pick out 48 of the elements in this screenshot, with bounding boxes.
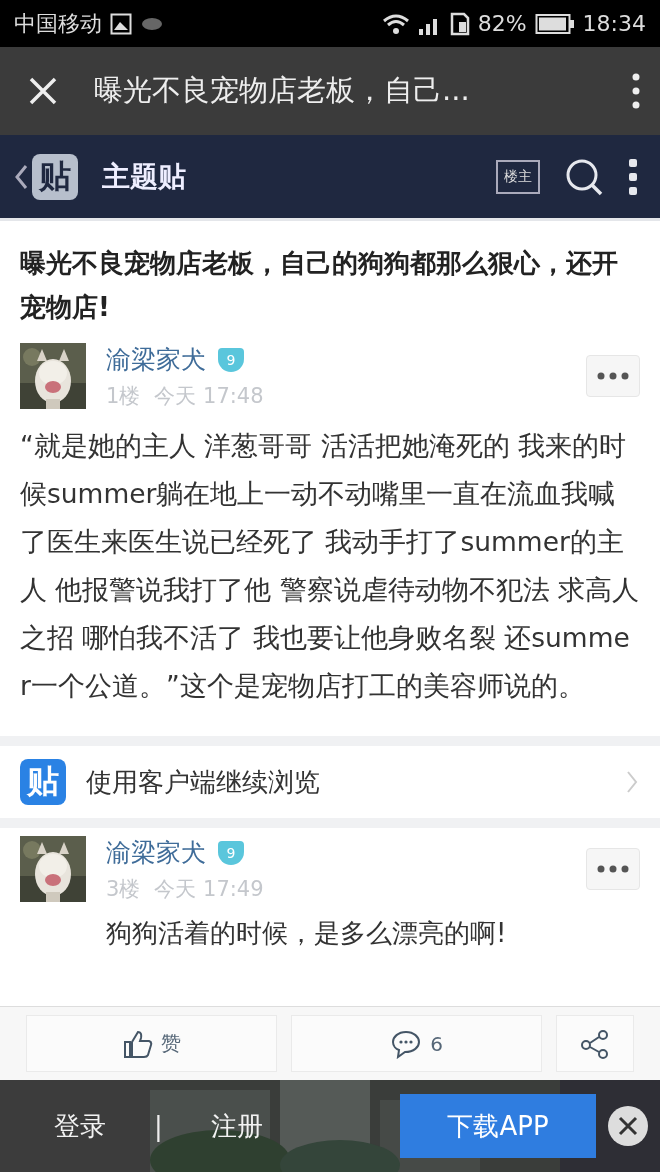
comment-icon bbox=[390, 1028, 423, 1059]
download-app-button[interactable]: 下载APP bbox=[400, 1094, 596, 1158]
author-name[interactable]: 渝梁家犬 bbox=[106, 836, 206, 869]
level-badge: 9 bbox=[218, 347, 244, 372]
clock: 18:34 bbox=[582, 11, 646, 36]
post-text: 狗狗活着的时候，是多么漂亮的啊! bbox=[106, 917, 508, 950]
close-button[interactable] bbox=[28, 76, 58, 106]
like-button[interactable]: 赞 bbox=[26, 1015, 277, 1072]
comment-button[interactable]: 6 bbox=[291, 1015, 542, 1072]
more-icon bbox=[596, 372, 630, 380]
thumbs-up-icon bbox=[122, 1028, 153, 1059]
tieba-logo: 贴 bbox=[32, 153, 78, 200]
image-icon bbox=[110, 12, 132, 35]
more-icon bbox=[628, 157, 638, 196]
menu-button[interactable] bbox=[628, 157, 638, 196]
floor-number: 1楼 bbox=[106, 383, 141, 410]
close-icon bbox=[28, 76, 58, 106]
more-button[interactable] bbox=[586, 848, 640, 890]
separator: | bbox=[154, 1111, 163, 1141]
wifi-icon bbox=[381, 12, 410, 35]
app-banner-link[interactable]: 使用客户端继续浏览 bbox=[86, 764, 606, 800]
login-link[interactable]: 登录 bbox=[54, 1108, 106, 1144]
post-text: “就是她的主人 洋葱哥哥 活活把她淹死的 我来的时候summer躺在地上一动不动嘴里一直在流血我喊了医生来医生说已经死了 我动手打了summer的主人 他报警说我打了他 警察说虐待动物不犯法 求高人之招 哪怕我不活了 我也要让他身败名裂 还summer一个公道。”这个是宠物店打工的美容师说的。 bbox=[20, 429, 640, 703]
chevron-right-icon bbox=[626, 770, 638, 794]
close-icon bbox=[617, 1115, 639, 1137]
more-button[interactable] bbox=[586, 355, 640, 397]
battery-percent: 82% bbox=[477, 11, 527, 36]
carrier-name: 中国移动 bbox=[14, 9, 102, 38]
author-name[interactable]: 渝梁家犬 bbox=[106, 343, 206, 376]
level-badge: 9 bbox=[218, 840, 244, 865]
page-title: 曝光不良宠物店老板，自己... bbox=[94, 72, 471, 109]
floor-number: 3楼 bbox=[106, 876, 141, 903]
battery-saver-icon bbox=[449, 11, 470, 36]
more-icon bbox=[632, 73, 640, 109]
share-button[interactable] bbox=[556, 1015, 634, 1072]
menu-button[interactable] bbox=[632, 73, 640, 109]
battery-icon bbox=[534, 12, 575, 35]
post-time: 今天 17:49 bbox=[154, 876, 264, 903]
share-icon bbox=[580, 1028, 610, 1059]
back-button[interactable]: 贴 bbox=[14, 153, 78, 200]
register-link[interactable]: 注册 bbox=[210, 1108, 263, 1144]
back-icon bbox=[14, 163, 28, 190]
header-title: 主题贴 bbox=[102, 158, 186, 195]
owner-only-button[interactable]: 楼主 bbox=[496, 159, 540, 194]
thread-title: 曝光不良宠物店老板，自己的狗狗都那么狠心，还开宠物店! bbox=[19, 247, 619, 324]
post-time: 今天 17:48 bbox=[154, 383, 264, 410]
tieba-logo: 贴 bbox=[20, 759, 66, 805]
more-icon bbox=[596, 865, 630, 873]
